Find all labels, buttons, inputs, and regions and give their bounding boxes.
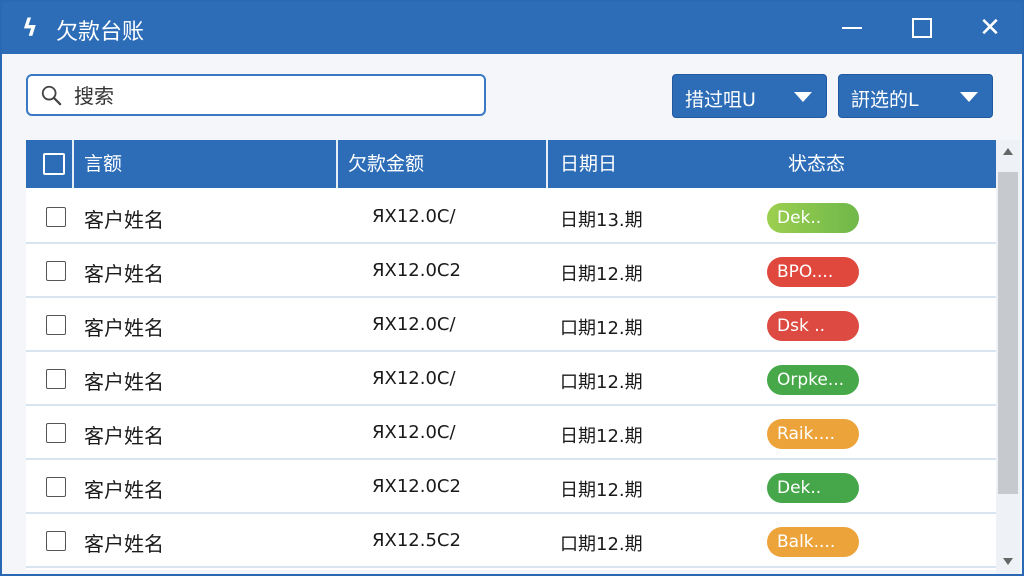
- header-amount[interactable]: 欠款金额: [348, 140, 424, 188]
- search-input[interactable]: [72, 76, 476, 116]
- header-name[interactable]: 言额: [84, 140, 122, 188]
- table-row[interactable]: 客户姓名 ЯX12.5C2 口期12.期 Balk....: [26, 516, 996, 568]
- row-checkbox[interactable]: [46, 531, 66, 551]
- table-row[interactable]: 客户姓名 ЯX12.0C/ 口期12.期 Dsk ..: [26, 300, 996, 352]
- close-button[interactable]: ✕: [970, 10, 1010, 46]
- customer-name: 客户姓名: [84, 370, 164, 394]
- status-badge[interactable]: Dsk ..: [767, 311, 859, 341]
- customer-name: 客户姓名: [84, 478, 164, 502]
- scroll-thumb[interactable]: [998, 172, 1018, 494]
- table-row[interactable]: 客户姓名 ЯX12.0C/ 口期12.期 Orpke...: [26, 354, 996, 406]
- scroll-up-icon[interactable]: [1003, 148, 1013, 155]
- minimize-icon: [842, 27, 862, 29]
- minimize-button[interactable]: [832, 10, 872, 46]
- debt-amount: ЯX12.0C/: [372, 422, 456, 443]
- debt-date: 日期12.期: [560, 426, 643, 447]
- status-badge[interactable]: BPO....: [767, 257, 859, 287]
- maximize-icon: [912, 18, 932, 38]
- status-badge[interactable]: Dek..: [767, 473, 859, 503]
- column-divider: [546, 140, 548, 188]
- status-badge[interactable]: Orpke...: [767, 365, 859, 395]
- row-checkbox[interactable]: [46, 369, 66, 389]
- debt-amount: ЯX12.0C/: [372, 206, 456, 227]
- debt-amount: ЯX12.0C2: [372, 476, 461, 497]
- debt-date: 日期13.期: [560, 210, 643, 231]
- close-icon: ✕: [979, 13, 1001, 43]
- debt-amount: ЯX12.0C/: [372, 314, 456, 335]
- maximize-button[interactable]: [902, 10, 942, 46]
- row-checkbox[interactable]: [46, 207, 66, 227]
- chevron-down-icon: [960, 92, 978, 102]
- row-checkbox[interactable]: [46, 261, 66, 281]
- header-status[interactable]: 状态态: [788, 140, 845, 188]
- column-divider: [72, 140, 74, 188]
- debt-amount: ЯX12.0C/: [372, 368, 456, 389]
- customer-name: 客户姓名: [84, 208, 164, 232]
- customer-name: 客户姓名: [84, 262, 164, 286]
- column-divider: [336, 140, 338, 188]
- table-header: 言额 欠款金额 日期日 状态态: [26, 140, 996, 188]
- table-row[interactable]: 客户姓名 ЯX12.0C/ 日期13.期 Dek..: [26, 192, 996, 244]
- row-checkbox[interactable]: [46, 315, 66, 335]
- filter-dropdown-2[interactable]: 詽选的L: [838, 74, 993, 118]
- row-checkbox[interactable]: [46, 477, 66, 497]
- filter-dropdown-2-label: 詽选的L: [851, 89, 919, 111]
- header-date[interactable]: 日期日: [560, 140, 617, 188]
- ledger-app-icon: ϟ: [22, 14, 38, 42]
- title-bar[interactable]: ϟ 欠款台账 ✕: [2, 2, 1022, 54]
- filter-dropdown-1-label: 措过咀U: [685, 89, 756, 111]
- customer-name: 客户姓名: [84, 424, 164, 448]
- debt-date: 口期12.期: [560, 318, 643, 339]
- chevron-down-icon: [794, 92, 812, 102]
- debt-date: 口期12.期: [560, 372, 643, 393]
- debt-amount: ЯX12.5C2: [372, 530, 461, 551]
- window-title: 欠款台账: [56, 20, 145, 45]
- table-row[interactable]: 客户姓名 ЯX12.0C/ 日期12.期 Raik....: [26, 408, 996, 460]
- vertical-scrollbar[interactable]: [996, 140, 1020, 574]
- scroll-down-icon[interactable]: [1003, 558, 1013, 565]
- status-badge[interactable]: Raik....: [767, 419, 859, 449]
- customer-name: 客户姓名: [84, 532, 164, 556]
- table-row[interactable]: 客户姓名 ЯX12.0C2 日期12.期 BPO....: [26, 246, 996, 298]
- customer-name: 客户姓名: [84, 316, 164, 340]
- debt-date: 日期12.期: [560, 480, 643, 501]
- search-box[interactable]: [26, 74, 486, 116]
- row-checkbox[interactable]: [46, 423, 66, 443]
- table-row[interactable]: 客户姓名 ЯX12.0C2 日期12.期 Dek..: [26, 462, 996, 514]
- select-all-checkbox[interactable]: [43, 153, 65, 175]
- debt-date: 口期12.期: [560, 534, 643, 555]
- debt-date: 日期12.期: [560, 264, 643, 285]
- status-badge[interactable]: Dek..: [767, 203, 859, 233]
- app-window: ϟ 欠款台账 ✕ 措过咀U 詽选的L 言额 欠款金额 日期日 状态态: [0, 0, 1024, 576]
- status-badge[interactable]: Balk....: [767, 527, 859, 557]
- debt-amount: ЯX12.0C2: [372, 260, 461, 281]
- search-icon: [41, 85, 62, 106]
- debt-table: 言额 欠款金额 日期日 状态态 客户姓名 ЯX12.0C/ 日期13.期 Dek…: [26, 140, 996, 570]
- filter-dropdown-1[interactable]: 措过咀U: [672, 74, 827, 118]
